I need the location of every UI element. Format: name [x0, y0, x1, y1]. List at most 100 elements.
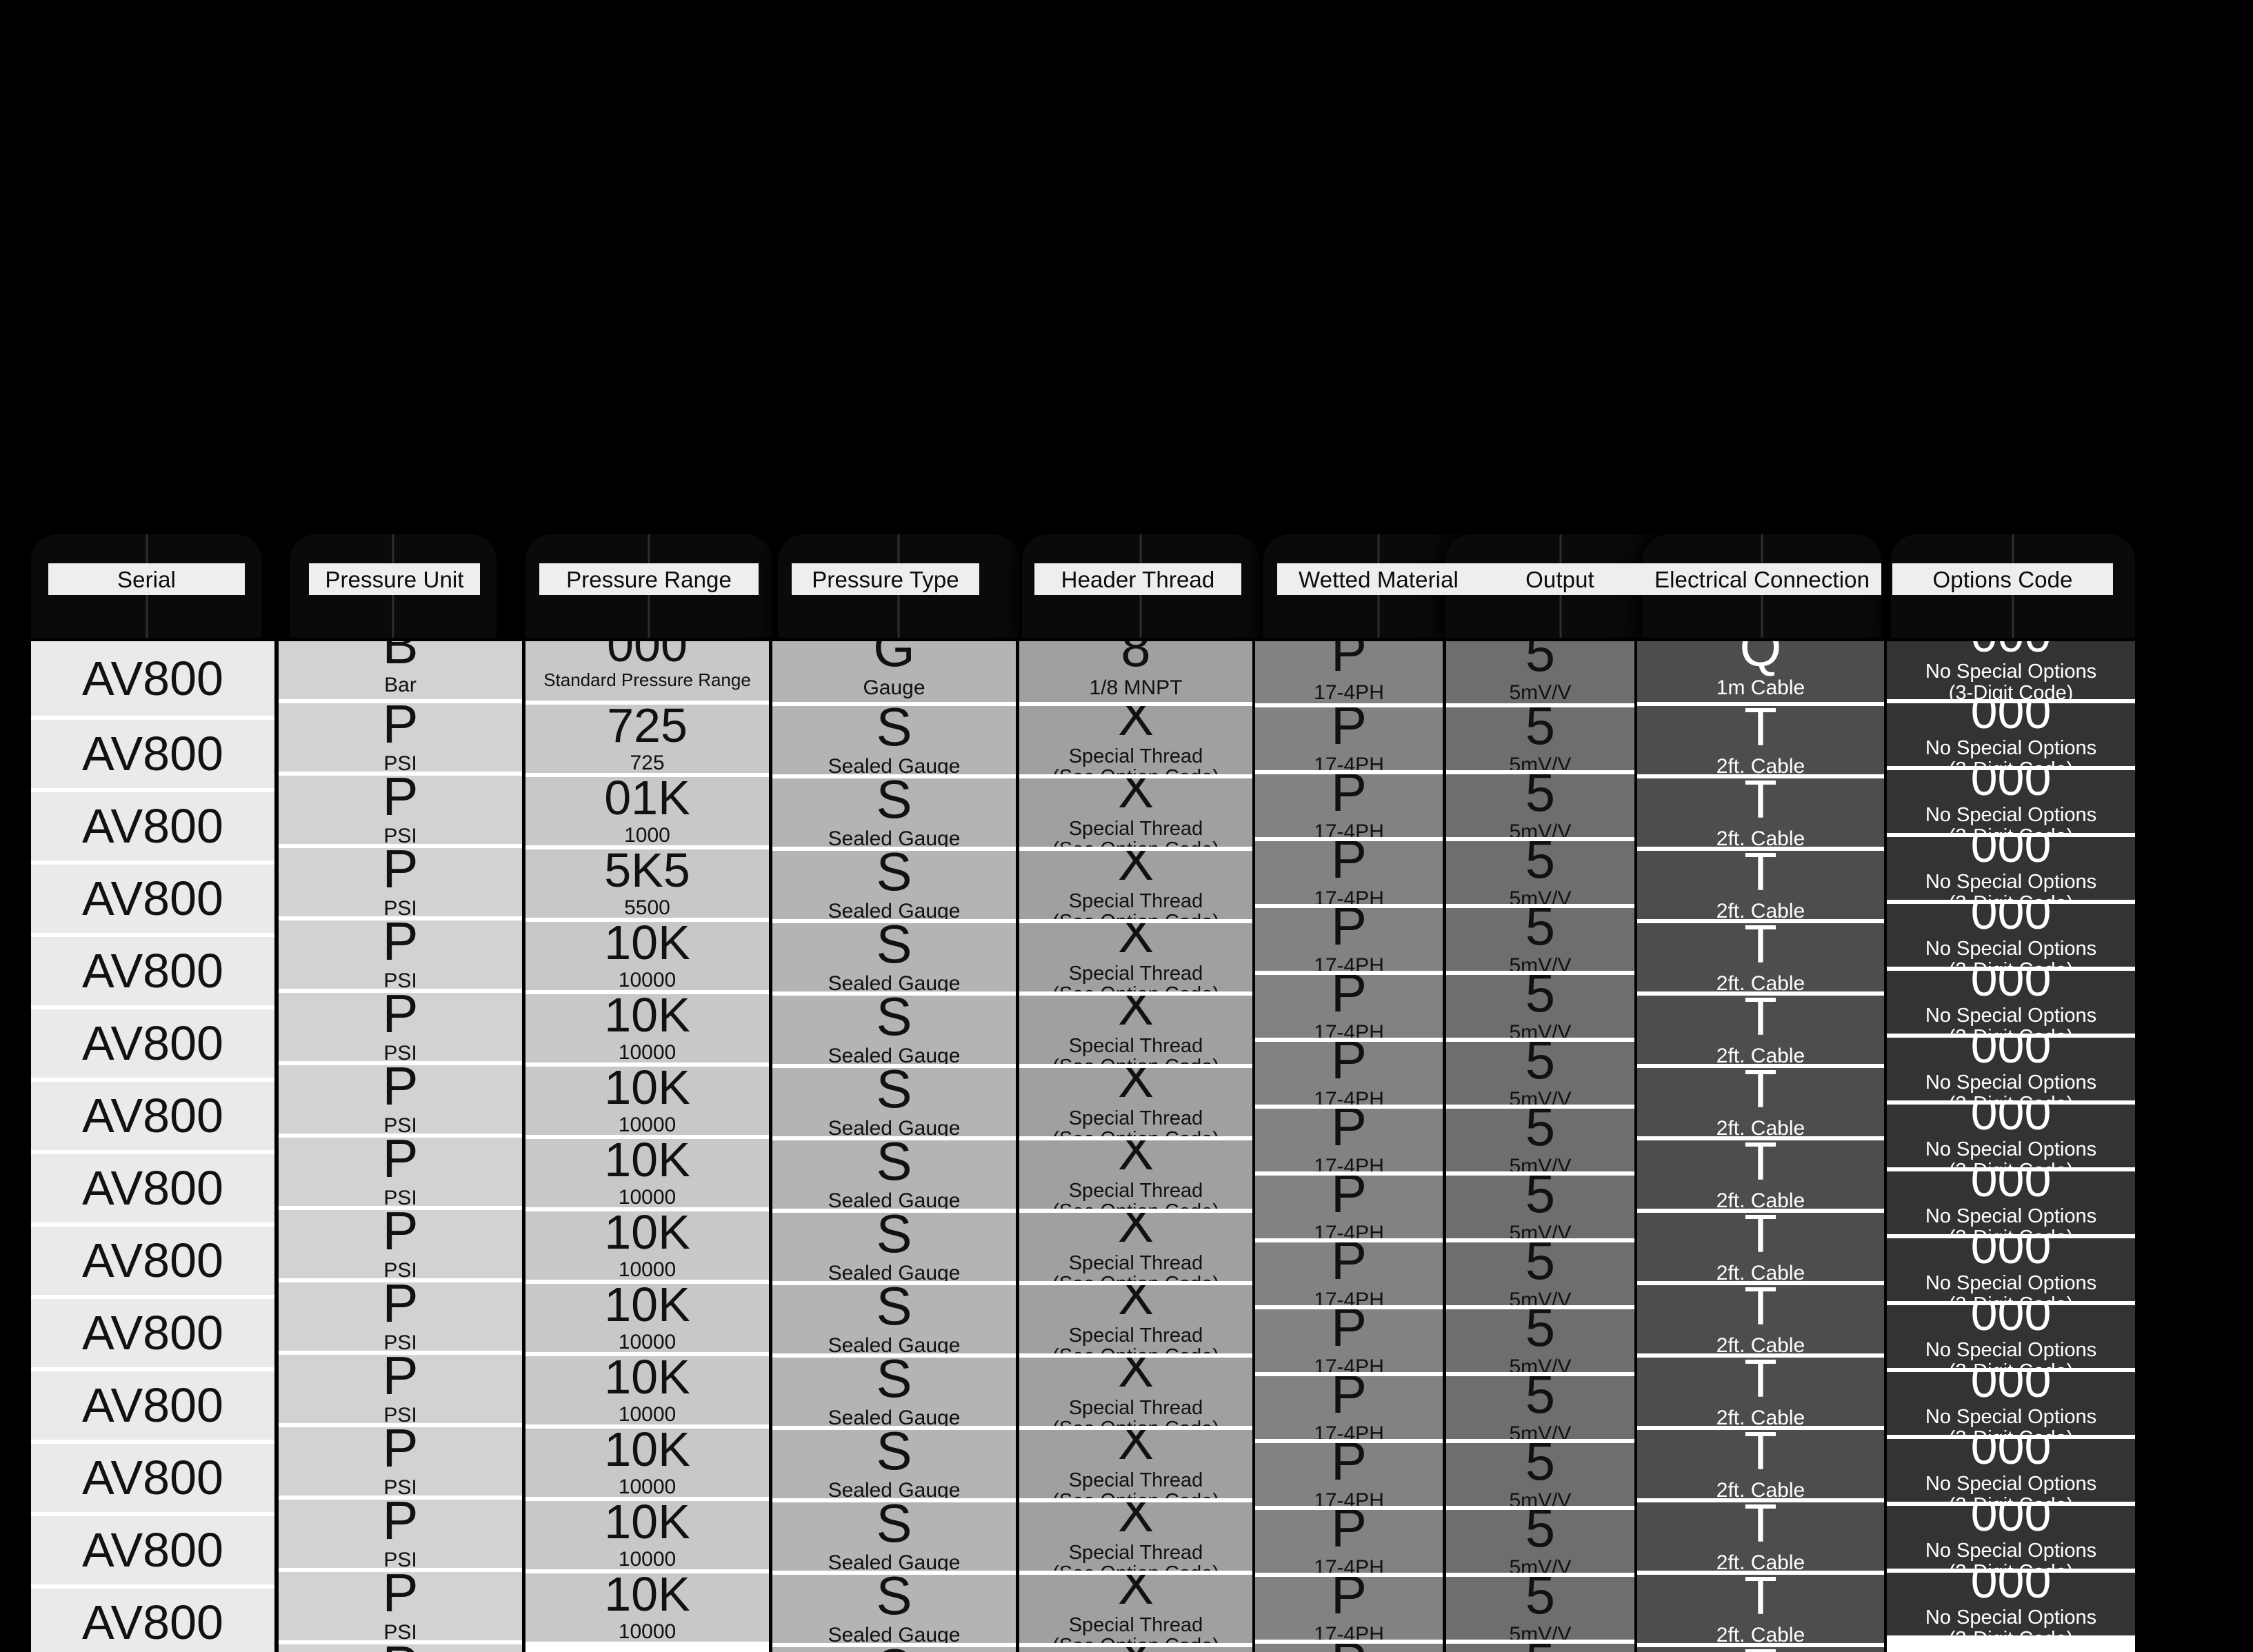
option-cell[interactable]: PPSI: [279, 993, 522, 1061]
option-cell[interactable]: XSpecial Thread(See Option Code): [1019, 1285, 1252, 1353]
column-header-pressure-range[interactable]: Pressure Range: [539, 563, 759, 595]
option-cell[interactable]: XSpecial Thread(See Option Code): [1019, 1140, 1252, 1209]
option-cell[interactable]: T2ft. Cable: [1637, 1502, 1884, 1571]
option-cell[interactable]: SSealed Gauge: [772, 851, 1016, 919]
option-cell[interactable]: 55mV/V: [1446, 707, 1634, 770]
column-header-options-code[interactable]: Options Code: [1892, 563, 2113, 595]
option-cell[interactable]: 000No Special Options(3-Digit Code): [1887, 1305, 2135, 1368]
option-cell[interactable]: AV800: [31, 720, 274, 788]
option-cell[interactable]: 55mV/V: [1446, 1109, 1634, 1171]
option-cell[interactable]: P17-4PH: [1255, 707, 1443, 770]
option-cell[interactable]: SSealed Gauge: [772, 1647, 1016, 1652]
option-cell[interactable]: AV800: [31, 1516, 274, 1584]
option-cell[interactable]: 10K 10000: [525, 1429, 769, 1497]
column-header-output[interactable]: Output: [1470, 563, 1650, 595]
option-cell[interactable]: T2ft. Cable: [1637, 1358, 1884, 1426]
option-cell[interactable]: SSealed Gauge: [772, 923, 1016, 991]
option-cell[interactable]: SSealed Gauge: [772, 1213, 1016, 1281]
option-cell[interactable]: AV800: [31, 937, 274, 1005]
option-cell[interactable]: 55mV/V: [1446, 975, 1634, 1038]
option-cell[interactable]: SSealed Gauge: [772, 1502, 1016, 1571]
column-header-pressure-unit[interactable]: Pressure Unit: [309, 563, 480, 595]
option-cell[interactable]: P17-4PH: [1255, 1309, 1443, 1372]
option-cell[interactable]: AV800: [31, 641, 274, 716]
option-cell[interactable]: XSpecial Thread(See Option Code): [1019, 1213, 1252, 1281]
option-cell[interactable]: B Bar: [279, 641, 522, 699]
option-cell[interactable]: XSpecial Thread(See Option Code): [1019, 1430, 1252, 1498]
option-cell[interactable]: 000No Special Options(3-Digit Code): [1887, 1573, 2135, 1635]
option-cell[interactable]: 000No Special Options(3-Digit Code): [1887, 1439, 2135, 1502]
option-cell[interactable]: PPSI: [279, 1355, 522, 1423]
option-cell[interactable]: XSpecial Thread(See Option Code): [1019, 706, 1252, 774]
option-cell[interactable]: AV800: [31, 1009, 274, 1078]
option-cell[interactable]: 000No Special Options(3-Digit Code): [1887, 641, 2135, 699]
option-cell[interactable]: 01K 1000: [525, 777, 769, 845]
option-cell[interactable]: SSealed Gauge: [772, 1285, 1016, 1353]
option-cell[interactable]: 000No Special Options(3-Digit Code): [1887, 1506, 2135, 1569]
column-serial[interactable]: AV800 AV800 AV800 AV800 AV800 AV800 AV800 AV800…: [31, 641, 274, 1652]
option-cell[interactable]: T2ft. Cable: [1637, 1647, 1884, 1652]
option-cell[interactable]: 10K 10000: [525, 1284, 769, 1352]
option-cell[interactable]: T2ft. Cable: [1637, 851, 1884, 919]
column-pressure-type[interactable]: G Gauge S Sealed Gauge S Sealed Gauge S Sealed …: [772, 641, 1016, 1652]
option-cell[interactable]: 10K 10000: [525, 1573, 769, 1642]
option-cell[interactable]: P17-4PH: [1255, 1242, 1443, 1305]
option-cell[interactable]: T2ft. Cable: [1637, 706, 1884, 774]
option-cell[interactable]: XSpecial Thread(See Option Code): [1019, 778, 1252, 847]
option-cell[interactable]: XSpecial Thread(See Option Code): [1019, 1068, 1252, 1136]
option-cell[interactable]: SSealed Gauge: [772, 1068, 1016, 1136]
option-cell[interactable]: T2ft. Cable: [1637, 778, 1884, 847]
option-cell[interactable]: 55mV/V: [1446, 774, 1634, 837]
option-cell[interactable]: P17-4PH: [1255, 1510, 1443, 1573]
option-cell[interactable]: 10K 10000: [525, 1067, 769, 1135]
option-cell[interactable]: AV800: [31, 1082, 274, 1150]
option-cell[interactable]: PPSI: [279, 1500, 522, 1568]
option-cell[interactable]: P17-4PH: [1255, 975, 1443, 1038]
option-cell[interactable]: P17-4PH: [1255, 1109, 1443, 1171]
option-cell[interactable]: 000No Special Options(3-Digit Code): [1887, 770, 2135, 833]
option-cell[interactable]: P17-4PH: [1255, 1042, 1443, 1105]
option-cell[interactable]: 000No Special Options(3-Digit Code): [1887, 1238, 2135, 1301]
option-cell[interactable]: 000No Special Options(3-Digit Code): [1887, 971, 2135, 1034]
option-cell[interactable]: SSealed Gauge: [772, 1358, 1016, 1426]
option-cell[interactable]: Q 1m Cable: [1637, 641, 1884, 702]
option-cell[interactable]: 55mV/V: [1446, 1443, 1634, 1506]
option-cell[interactable]: 55mV/V: [1446, 641, 1634, 703]
option-cell[interactable]: PPSI: [279, 1644, 522, 1652]
option-cell[interactable]: XSpecial Thread(See Option Code): [1019, 1502, 1252, 1571]
option-cell[interactable]: 55mV/V: [1446, 1644, 1634, 1652]
option-cell[interactable]: XSpecial Thread(See Option Code): [1019, 1358, 1252, 1426]
column-options-code[interactable]: 000No Special Options(3-Digit Code)000No…: [1887, 641, 2135, 1652]
option-cell[interactable]: AV800: [31, 1589, 274, 1652]
column-header-header-thread[interactable]: Header Thread: [1034, 563, 1241, 595]
option-cell[interactable]: 55mV/V: [1446, 1242, 1634, 1305]
column-header-serial[interactable]: Serial: [48, 563, 245, 595]
option-cell[interactable]: XSpecial Thread(See Option Code): [1019, 851, 1252, 919]
option-cell[interactable]: 55mV/V: [1446, 1510, 1634, 1573]
column-output[interactable]: 5 5mV/V 5 5mV/V 5 5mV/V 5 5mV/V 5 5mV/V 5 5mV/V 5 5mV…: [1446, 641, 1634, 1652]
column-pressure-range[interactable]: 000 Standard Pressure Range 725 725 01K 1000 5…: [525, 641, 769, 1652]
option-cell[interactable]: T2ft. Cable: [1637, 1430, 1884, 1498]
option-cell[interactable]: P17-4PH: [1255, 1443, 1443, 1506]
option-cell[interactable]: SSealed Gauge: [772, 1140, 1016, 1209]
option-cell[interactable]: T2ft. Cable: [1637, 1140, 1884, 1209]
column-header-pressure-type[interactable]: Pressure Type: [792, 563, 979, 595]
option-cell[interactable]: P17-4PH: [1255, 1176, 1443, 1238]
column-electrical-connection[interactable]: Q 1m Cable T 2ft. Cable T 2ft. Cable T 2ft. Cab…: [1637, 641, 1884, 1652]
option-cell[interactable]: T2ft. Cable: [1637, 1575, 1884, 1643]
option-cell[interactable]: 55mV/V: [1446, 1309, 1634, 1372]
option-cell[interactable]: AV800: [31, 792, 274, 860]
option-cell[interactable]: PPSI: [279, 920, 522, 989]
option-cell[interactable]: P17-4PH: [1255, 908, 1443, 971]
option-cell[interactable]: PPSI: [279, 1138, 522, 1206]
option-cell[interactable]: AV800: [31, 865, 274, 933]
option-cell[interactable]: SSealed Gauge: [772, 1575, 1016, 1643]
option-cell[interactable]: 000No Special Options(3-Digit Code): [1887, 1038, 2135, 1100]
option-cell[interactable]: T2ft. Cable: [1637, 1285, 1884, 1353]
option-cell[interactable]: AV800: [31, 1299, 274, 1367]
option-cell[interactable]: 10K 10000: [525, 1211, 769, 1280]
column-header-wetted-material[interactable]: Wetted Material: [1277, 563, 1480, 595]
option-cell[interactable]: 10K 10000: [525, 1139, 769, 1207]
option-cell[interactable]: AV800: [31, 1154, 274, 1222]
option-cell[interactable]: 000No Special Options(3-Digit Code): [1887, 1171, 2135, 1234]
